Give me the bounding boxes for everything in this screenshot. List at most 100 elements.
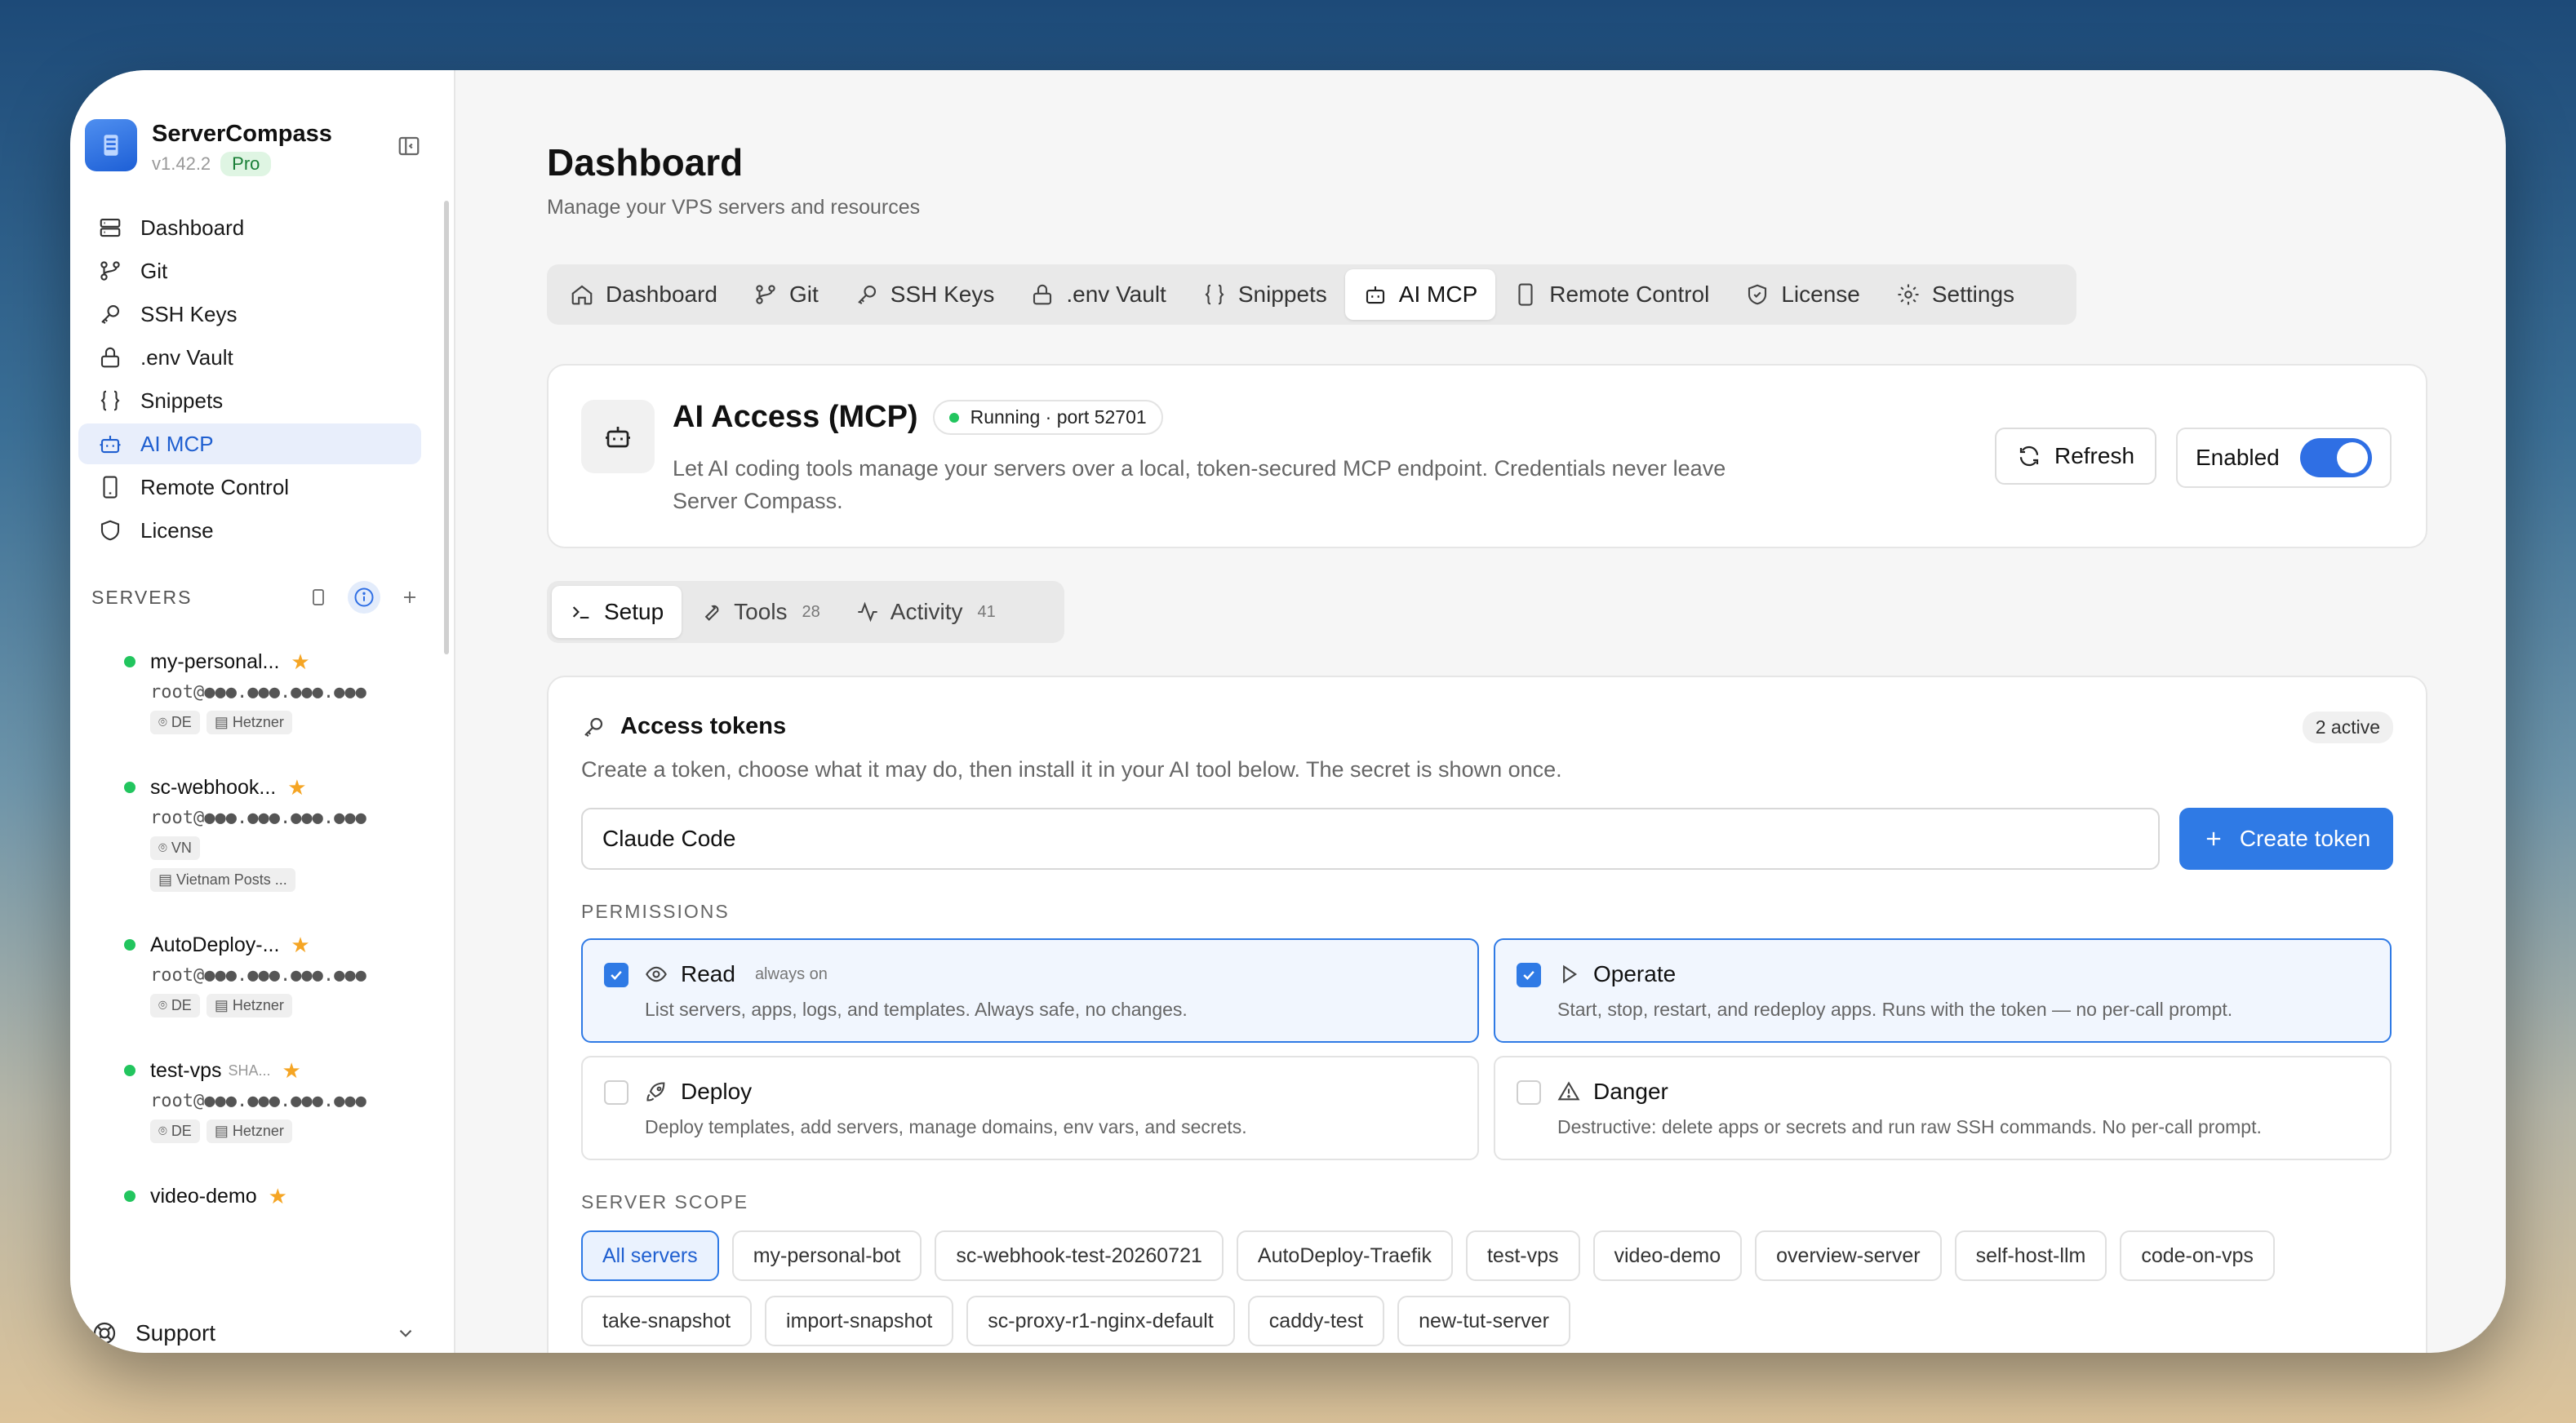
page-subtitle: Manage your VPS servers and resources	[547, 196, 921, 219]
scope-chip[interactable]: AutoDeploy-Traefik	[1236, 1230, 1453, 1281]
scope-chip[interactable]: video-demo	[1592, 1230, 1743, 1281]
scope-chip[interactable]: self-host-llm	[1954, 1230, 2107, 1281]
token-name-input[interactable]	[581, 808, 2160, 870]
device-view-icon[interactable]	[302, 581, 335, 614]
lifebuoy-icon	[93, 1322, 116, 1345]
scope-chip[interactable]: overview-server	[1755, 1230, 1942, 1281]
star-icon[interactable]: ★	[291, 933, 309, 958]
tab-tools[interactable]: Tools 28	[682, 586, 838, 638]
add-server-icon[interactable]	[393, 581, 426, 614]
sidebar-item-label: AI MCP	[140, 431, 214, 456]
scope-chip[interactable]: import-snapshot	[765, 1296, 954, 1346]
permission-deploy[interactable]: Deploy Deploy templates, add servers, ma…	[581, 1056, 1479, 1160]
create-token-button[interactable]: Create token	[2179, 808, 2393, 870]
tab-git[interactable]: Git	[735, 269, 837, 320]
shield-icon	[100, 520, 120, 541]
server-item[interactable]: AutoDeploy-... ★ root@●●●.●●●.●●●.●●● ⌾ D…	[124, 931, 434, 1017]
tab-env-vault[interactable]: .env Vault	[1012, 269, 1184, 320]
star-icon[interactable]: ★	[291, 649, 309, 675]
tab-ai-mcp[interactable]: AI MCP	[1344, 269, 1496, 320]
braces-icon	[1205, 284, 1224, 305]
server-name: video-demo	[150, 1184, 257, 1208]
sidebar-collapse-icon[interactable]	[397, 134, 421, 162]
activity-count: 41	[977, 602, 996, 621]
scope-chip[interactable]: caddy-test	[1247, 1296, 1385, 1346]
checkbox[interactable]	[604, 963, 628, 987]
sidebar-item-label: SSH Keys	[140, 301, 238, 326]
refresh-button[interactable]: Refresh	[1995, 428, 2156, 485]
app-window: ServerCompass v1.42.2 Pro Dashboard Git …	[70, 70, 2506, 1353]
sidebar-item-label: Dashboard	[140, 215, 245, 240]
star-icon[interactable]: ★	[282, 1058, 301, 1084]
server-item[interactable]: my-personal... ★ root@●●●.●●●.●●●.●●● ⌾ D…	[124, 648, 434, 734]
activity-icon	[858, 601, 877, 623]
tab-activity[interactable]: Activity 41	[838, 586, 1014, 638]
scope-chip[interactable]: All servers	[581, 1230, 719, 1281]
top-tabs: Dashboard Git SSH Keys .env Vault Snippe…	[547, 264, 2076, 325]
server-name: test-vps	[150, 1058, 222, 1082]
sidebar-item-label: Remote Control	[140, 474, 290, 499]
enabled-toggle[interactable]	[2300, 438, 2372, 477]
permission-read[interactable]: Read always on List servers, apps, logs, …	[581, 938, 1479, 1043]
star-icon[interactable]: ★	[269, 1184, 287, 1209]
server-scope-label: SERVER SCOPE	[581, 1191, 749, 1212]
scope-chip[interactable]: my-personal-bot	[731, 1230, 922, 1281]
tab-setup[interactable]: Setup	[552, 586, 682, 638]
server-item[interactable]: sc-webhook... ★ root@●●●.●●●.●●●.●●● ⌾ VN…	[124, 774, 434, 892]
support-label: Support	[135, 1320, 216, 1345]
server-item[interactable]: video-demo ★	[124, 1182, 434, 1210]
scope-chip[interactable]: new-tut-server	[1397, 1296, 1570, 1346]
sidebar-item-license[interactable]: License	[78, 510, 421, 551]
braces-icon	[100, 390, 120, 411]
tab-settings[interactable]: Settings	[1878, 269, 2032, 320]
support-menu[interactable]: Support	[91, 1315, 434, 1351]
tools-count: 28	[802, 602, 820, 621]
scope-chip[interactable]: sc-proxy-r1-nginx-default	[966, 1296, 1235, 1346]
scope-chip[interactable]: take-snapshot	[581, 1296, 753, 1346]
play-icon	[1563, 964, 1578, 984]
sidebar-item-git[interactable]: Git	[78, 250, 421, 291]
active-count-badge: 2 active	[2302, 712, 2393, 743]
server-name: sc-webhook...	[150, 775, 277, 799]
sidebar-item-label: License	[140, 517, 214, 543]
tab-license[interactable]: License	[1727, 269, 1878, 320]
scope-chip[interactable]: code-on-vps	[2120, 1230, 2275, 1281]
tab-dashboard[interactable]: Dashboard	[552, 269, 735, 320]
server-user: root@●●●.●●●.●●●.●●●	[150, 965, 366, 986]
sidebar-item-env-vault[interactable]: .env Vault	[78, 337, 421, 378]
plan-badge: Pro	[220, 152, 272, 176]
sidebar-item-ai-mcp[interactable]: AI MCP	[78, 423, 421, 464]
info-icon[interactable]	[348, 581, 380, 614]
server-user: root@●●●.●●●.●●●.●●●	[150, 682, 366, 703]
sidebar-item-snippets[interactable]: Snippets	[78, 380, 421, 421]
sidebar-item-ssh-keys[interactable]: SSH Keys	[78, 294, 421, 335]
lock-icon	[1033, 284, 1052, 305]
eye-icon	[646, 966, 667, 982]
tab-ssh-keys[interactable]: SSH Keys	[837, 269, 1013, 320]
region-tag: ⌾ DE	[150, 711, 200, 734]
sidebar-scrollbar[interactable]	[444, 201, 449, 654]
provider-tag: ▤ Vietnam Posts ...	[150, 868, 295, 892]
server-item[interactable]: test-vps SHA... ★ root@●●●.●●●.●●●.●●● ⌾ D…	[124, 1057, 434, 1143]
scope-chip[interactable]: test-vps	[1465, 1230, 1580, 1281]
gear-icon	[1898, 284, 1919, 305]
star-icon[interactable]: ★	[287, 775, 306, 800]
permission-description: Destructive: delete apps or secrets and …	[1557, 1116, 2262, 1137]
page-title: Dashboard	[547, 141, 744, 184]
scope-chip[interactable]: sc-webhook-test-20260721	[935, 1230, 1224, 1281]
permission-danger[interactable]: Danger Destructive: delete apps or secre…	[1494, 1056, 2392, 1160]
checkbox[interactable]	[1517, 1080, 1541, 1105]
permission-operate[interactable]: Operate Start, stop, restart, and redepl…	[1494, 938, 2392, 1043]
phone-icon	[1518, 283, 1533, 306]
tab-snippets[interactable]: Snippets	[1184, 269, 1345, 320]
sidebar-item-label: Snippets	[140, 388, 224, 413]
region-tag: ⌾ VN	[150, 836, 200, 860]
sidebar-item-remote-control[interactable]: Remote Control	[78, 467, 421, 508]
app-logo	[85, 119, 137, 171]
sidebar-item-dashboard[interactable]: Dashboard	[78, 207, 421, 248]
checkbox[interactable]	[604, 1080, 628, 1105]
terminal-icon	[572, 606, 589, 619]
always-on-note: always on	[754, 964, 828, 983]
checkbox[interactable]	[1517, 963, 1541, 987]
tab-remote-control[interactable]: Remote Control	[1495, 269, 1727, 320]
